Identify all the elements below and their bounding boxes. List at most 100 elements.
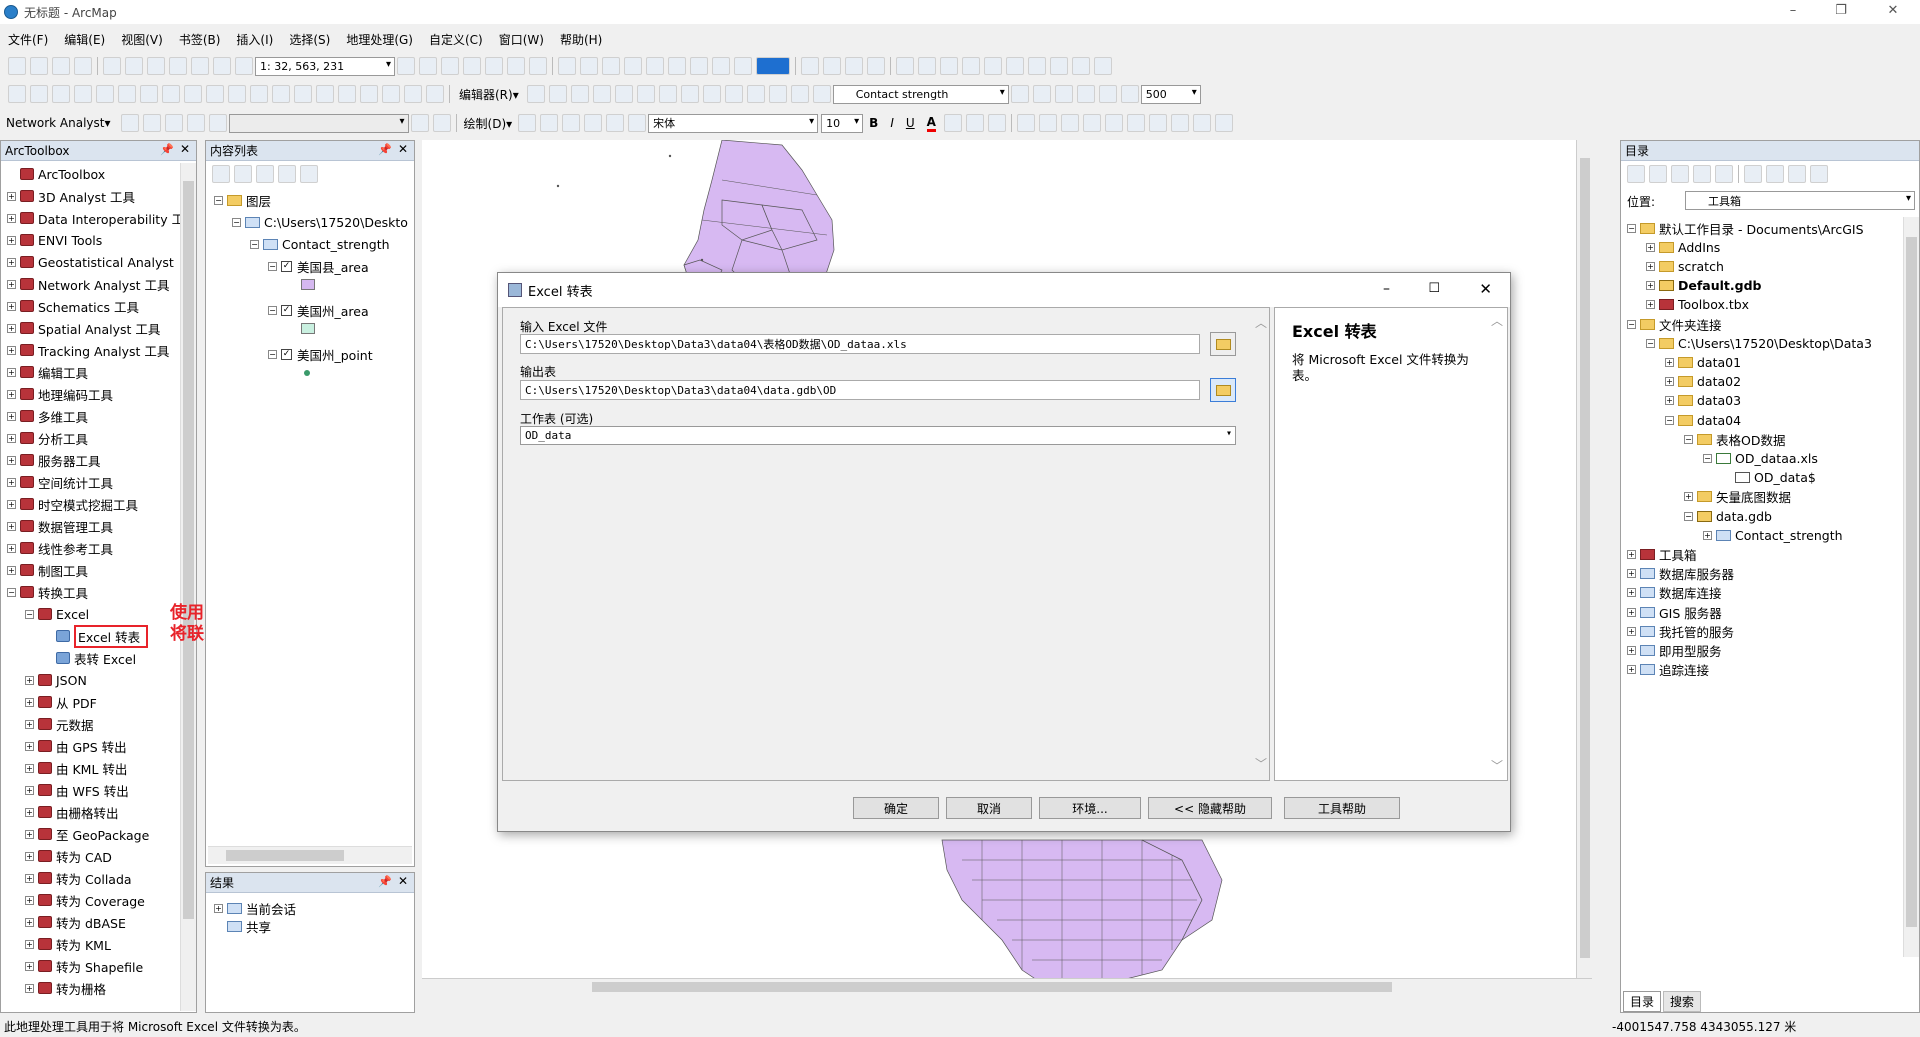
expander-icon[interactable]: −	[1665, 415, 1674, 425]
toolbox-item[interactable]: + 编辑工具	[7, 363, 88, 381]
toolbox-item[interactable]: +3D Analyst 工具	[7, 187, 135, 205]
print-icon[interactable]	[74, 57, 92, 75]
expander-icon[interactable]: −	[1703, 453, 1712, 463]
brightness-icon[interactable]	[1054, 85, 1073, 103]
marker-color-icon[interactable]	[987, 114, 1006, 132]
toolbox-item[interactable]: + 多维工具	[7, 407, 88, 425]
list-by-visibility-icon[interactable]	[256, 165, 274, 183]
forward-icon[interactable]	[162, 85, 180, 103]
expander-icon[interactable]: +	[7, 191, 16, 201]
expander-icon[interactable]: +	[1665, 396, 1674, 406]
rectangle-icon[interactable]	[584, 114, 603, 132]
pin-icon[interactable]: 📌	[378, 875, 392, 888]
pin-icon[interactable]: 📌	[160, 143, 174, 156]
zoom-in-icon[interactable]	[8, 85, 26, 103]
zoom-whole-icon[interactable]	[562, 114, 581, 132]
expander-icon[interactable]: +	[25, 983, 34, 993]
viewer-icon[interactable]	[426, 85, 444, 103]
layout-tool-icon[interactable]	[1060, 114, 1079, 132]
fixed-zoom-in-icon[interactable]	[96, 85, 114, 103]
font-size-combo[interactable]: 10	[821, 113, 864, 133]
georef-icon[interactable]	[1098, 85, 1117, 103]
toggle-contents-icon[interactable]	[1788, 165, 1806, 183]
edit-tool-icon[interactable]	[658, 85, 677, 103]
expander-icon[interactable]: +	[7, 543, 16, 553]
dialog-minimize-button[interactable]: –	[1383, 281, 1390, 297]
results-current-session[interactable]: + 当前会话	[214, 899, 296, 917]
expander-icon[interactable]: +	[1627, 569, 1636, 579]
toc-layers-root[interactable]: − 图层	[214, 191, 271, 209]
toolbox-item[interactable]: + 由 KML 转出	[25, 759, 127, 777]
expander-icon[interactable]: +	[7, 213, 16, 223]
toolbox-item[interactable]: + ENVI Tools	[7, 231, 102, 249]
cancel-button[interactable]: 取消	[946, 797, 1032, 819]
expander-icon[interactable]: +	[1646, 242, 1655, 252]
toolbox-item[interactable]: + 转为栅格	[25, 979, 106, 997]
expander-icon[interactable]: +	[7, 345, 16, 355]
effects-layer-combo[interactable]: Contact strength	[832, 84, 1009, 104]
layout-tool-icon[interactable]	[1148, 114, 1167, 132]
layout-tool-icon[interactable]	[1170, 114, 1189, 132]
tool-icon[interactable]	[734, 57, 752, 75]
tool-icon[interactable]	[1072, 57, 1090, 75]
catalog-item[interactable]: + GIS 服务器	[1627, 603, 1722, 621]
expander-icon[interactable]: +	[7, 367, 16, 377]
expander-icon[interactable]: +	[1665, 357, 1674, 367]
expander-icon[interactable]: +	[1627, 588, 1636, 598]
expander-icon[interactable]: +	[1665, 377, 1674, 387]
contrast-icon[interactable]	[1076, 85, 1095, 103]
tool-icon[interactable]	[962, 57, 980, 75]
expander-icon[interactable]: +	[1627, 645, 1636, 655]
toolbox-item[interactable]: + JSON	[25, 671, 87, 689]
expander-icon[interactable]: +	[25, 829, 34, 839]
toolbox-item[interactable]: + 由栅格转出	[25, 803, 119, 821]
forward-icon[interactable]	[1649, 165, 1667, 183]
catalog-item[interactable]: + AddIns	[1646, 238, 1720, 256]
expander-icon[interactable]: +	[7, 235, 16, 245]
menu-bookmarks[interactable]: 书签(B)	[179, 31, 221, 48]
expander-icon[interactable]: +	[1646, 281, 1655, 291]
expander-icon[interactable]: +	[1627, 626, 1636, 636]
expander-icon[interactable]: +	[25, 741, 34, 751]
expander-icon[interactable]: −	[1684, 511, 1693, 521]
tool-icon[interactable]	[712, 57, 730, 75]
list-by-source-icon[interactable]	[234, 165, 252, 183]
catalog-item[interactable]: + 追踪连接	[1627, 661, 1709, 679]
edit-tool-icon[interactable]	[768, 85, 787, 103]
na-tool-icon[interactable]	[208, 114, 227, 132]
layer-visibility-checkbox[interactable]: ✓	[281, 260, 292, 272]
options-icon[interactable]	[300, 165, 318, 183]
toolbox-item[interactable]: − Excel	[25, 605, 89, 623]
copy-icon[interactable]	[125, 57, 143, 75]
edit-vertices-icon[interactable]	[628, 114, 647, 132]
edit-tool-icon[interactable]	[614, 85, 633, 103]
expander-icon[interactable]: −	[1646, 338, 1655, 348]
toolbox-item[interactable]: + Tracking Analyst 工具	[7, 341, 169, 359]
toolbox-item[interactable]: + 时空模式挖掘工具	[7, 495, 138, 513]
list-by-drawing-order-icon[interactable]	[212, 165, 230, 183]
expander-icon[interactable]: +	[7, 389, 16, 399]
catalog-item[interactable]: + data01	[1665, 353, 1741, 371]
toolbox-item[interactable]: + Geostatistical Analyst	[7, 253, 174, 271]
expander-icon[interactable]: +	[25, 675, 34, 685]
toolbox-item[interactable]: 表转 Excel	[43, 649, 136, 667]
edit-tool-icon[interactable]	[592, 85, 611, 103]
output-table-field[interactable]: C:\Users\17520\Desktop\Data3\data04\data…	[520, 380, 1200, 400]
catalog-item[interactable]: + scratch	[1646, 257, 1724, 275]
route-icon[interactable]	[360, 85, 378, 103]
search-icon[interactable]	[463, 57, 481, 75]
expander-icon[interactable]: +	[1684, 492, 1693, 502]
catalog-item[interactable]: + data03	[1665, 392, 1741, 410]
identify-icon[interactable]	[250, 85, 268, 103]
toolbox-item[interactable]: + Data Interoperability 工	[7, 209, 180, 227]
list-by-selection-icon[interactable]	[278, 165, 296, 183]
toolbox-item[interactable]: + 由 WFS 转出	[25, 781, 129, 799]
expander-icon[interactable]: +	[25, 917, 34, 927]
close-icon[interactable]: ✕	[180, 142, 190, 156]
tab-search[interactable]: 搜索	[1663, 991, 1702, 1012]
catalog-item[interactable]: + 数据库服务器	[1627, 565, 1734, 583]
restore-button[interactable]: ❐	[1818, 0, 1864, 24]
expander-icon[interactable]: +	[1703, 530, 1712, 540]
location-combo[interactable]: 工具箱	[1685, 191, 1915, 210]
tool-icon[interactable]	[867, 57, 885, 75]
